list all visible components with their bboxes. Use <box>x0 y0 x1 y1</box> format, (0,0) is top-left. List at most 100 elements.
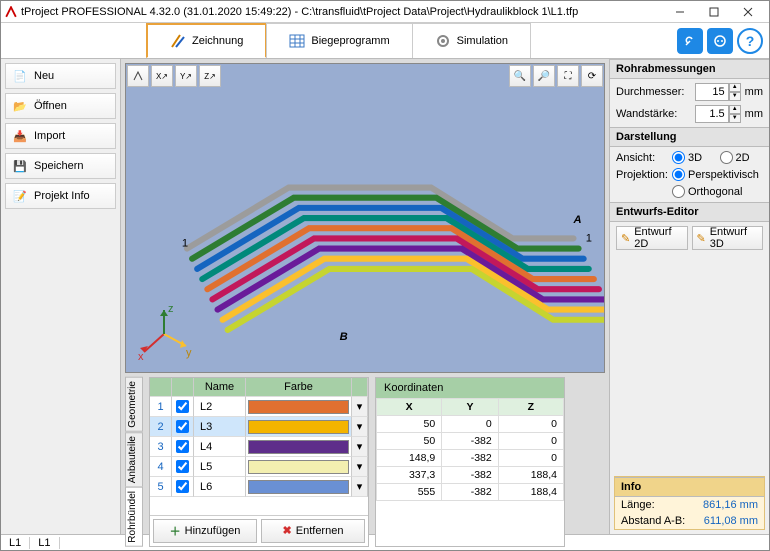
fit-button[interactable]: ⛶ <box>557 65 579 87</box>
durchmesser-label: Durchmesser: <box>616 86 691 98</box>
col-z: Z <box>498 399 563 416</box>
table-row[interactable]: 5 L6 ▾ <box>150 477 368 497</box>
row-checkbox[interactable] <box>176 480 189 493</box>
radio-ortho[interactable] <box>672 185 685 198</box>
spin-down[interactable]: ▼ <box>729 92 741 101</box>
dropdown-icon[interactable]: ▾ <box>352 437 368 457</box>
editor-header: Entwurfs-Editor <box>610 202 769 222</box>
bundle-grid: Name Farbe 1 L2 ▾2 L3 ▾3 L4 ▾4 L5 ▾5 L6 … <box>149 377 369 547</box>
view-x-button[interactable]: X↗ <box>151 65 173 87</box>
status-l1a: L1 <box>1 537 30 549</box>
spin-up[interactable]: ▲ <box>729 105 741 114</box>
durchmesser-input[interactable] <box>695 83 729 101</box>
sidebar: 📄Neu 📂Öffnen 📥 Import 💾Speichern 📝 Projekt… <box>1 59 121 534</box>
row-name: L5 <box>194 457 246 477</box>
table-row[interactable]: 2 L3 ▾ <box>150 417 368 437</box>
vtab-rohrbuendel[interactable]: Rohrbündel <box>125 487 143 547</box>
coord-row[interactable]: 50-3820 <box>377 433 564 450</box>
label: Hinzufügen <box>185 525 241 537</box>
ribbon: Zeichnung Biegeprogramm Simulation ? <box>1 23 769 59</box>
abstand-label: Abstand A-B: <box>621 515 704 527</box>
maximize-button[interactable] <box>697 2 731 22</box>
table-row[interactable]: 3 L4 ▾ <box>150 437 368 457</box>
spin-down[interactable]: ▼ <box>729 114 741 123</box>
vtab-geometrie[interactable]: Geometrie <box>125 377 143 432</box>
wandstaerke-input[interactable] <box>695 105 729 123</box>
tab-label: Biegeprogramm <box>311 35 389 47</box>
import-icon: 📥 <box>12 128 28 144</box>
table-row[interactable]: 1 L2 ▾ <box>150 397 368 417</box>
row-name: L4 <box>194 437 246 457</box>
row-name: L2 <box>194 397 246 417</box>
help-button[interactable]: ? <box>737 28 763 54</box>
row-checkbox[interactable] <box>176 440 189 453</box>
color-swatch[interactable] <box>248 440 349 454</box>
color-swatch[interactable] <box>248 480 349 494</box>
spin-up[interactable]: ▲ <box>729 83 741 92</box>
dropdown-icon[interactable]: ▾ <box>352 397 368 417</box>
remote-button[interactable] <box>707 28 733 54</box>
vtab-anbauteile[interactable]: Anbauteile <box>125 432 143 487</box>
import-button[interactable]: 📥 Import <box>5 123 116 149</box>
tab-zeichnung[interactable]: Zeichnung <box>146 23 267 58</box>
color-swatch[interactable] <box>248 420 349 434</box>
label: Import <box>34 130 65 142</box>
add-button[interactable]: ＋ Hinzufügen <box>153 519 257 543</box>
view-iso-button[interactable] <box>127 65 149 87</box>
color-swatch[interactable] <box>248 460 349 474</box>
coord-row[interactable]: 337,3-382188,4 <box>377 467 564 484</box>
tab-biegeprogramm[interactable]: Biegeprogramm <box>266 23 412 58</box>
row-name: L3 <box>194 417 246 437</box>
save-icon: 💾 <box>12 158 28 174</box>
drawing-icon <box>170 33 186 49</box>
view-z-button[interactable]: Z↗ <box>199 65 221 87</box>
radio-3d[interactable] <box>672 151 685 164</box>
viewport-3d[interactable]: A B 1 1 x y z <box>125 63 605 373</box>
dropdown-icon[interactable]: ▾ <box>352 457 368 477</box>
row-checkbox[interactable] <box>176 400 189 413</box>
project-info-button[interactable]: 📝 Projekt Info <box>5 183 116 209</box>
info-icon: 📝 <box>12 188 28 204</box>
open-button[interactable]: 📂Öffnen <box>5 93 116 119</box>
minimize-button[interactable] <box>663 2 697 22</box>
rotate-button[interactable]: ⟳ <box>581 65 603 87</box>
file-new-icon: 📄 <box>12 68 28 84</box>
svg-text:1: 1 <box>586 232 592 244</box>
label: Entfernen <box>296 525 344 537</box>
col-x: X <box>377 399 442 416</box>
entwurf-2d-button[interactable]: ✎Entwurf 2D <box>616 226 688 250</box>
table-row[interactable]: 4 L5 ▾ <box>150 457 368 477</box>
svg-text:1: 1 <box>182 238 188 250</box>
color-swatch[interactable] <box>248 400 349 414</box>
radio-persp[interactable] <box>672 168 685 181</box>
entwurf-3d-button[interactable]: ✎Entwurf 3D <box>692 226 764 250</box>
dropdown-icon[interactable]: ▾ <box>352 417 368 437</box>
radio-2d[interactable] <box>720 151 733 164</box>
row-number: 2 <box>150 417 172 437</box>
properties-panel: Rohrabmessungen Durchmesser: ▲▼ mm Wands… <box>609 59 769 534</box>
tools-button[interactable] <box>677 28 703 54</box>
label: Projekt Info <box>34 190 90 202</box>
plus-icon: ＋ <box>170 523 181 539</box>
view-y-button[interactable]: Y↗ <box>175 65 197 87</box>
coord-row[interactable]: 555-382188,4 <box>377 484 564 501</box>
coord-row[interactable]: 148,9-3820 <box>377 450 564 467</box>
tab-simulation[interactable]: Simulation <box>412 23 531 58</box>
pipe-drawing: A B 1 1 <box>126 64 604 372</box>
remove-button[interactable]: ✖Entfernen <box>261 519 365 543</box>
dropdown-icon[interactable]: ▾ <box>352 477 368 497</box>
save-button[interactable]: 💾Speichern <box>5 153 116 179</box>
zoom-out-button[interactable]: 🔎 <box>533 65 555 87</box>
abstand-value: 611,08 mm <box>704 515 758 527</box>
coord-row[interactable]: 5000 <box>377 416 564 433</box>
coord-panel: Koordinaten X Y Z 500050-3820148,9-38203… <box>375 377 565 547</box>
close-button[interactable] <box>731 2 765 22</box>
row-checkbox[interactable] <box>176 420 189 433</box>
new-button[interactable]: 📄Neu <box>5 63 116 89</box>
col-farbe: Farbe <box>246 378 352 397</box>
ansicht-label: Ansicht: <box>616 152 668 164</box>
row-checkbox[interactable] <box>176 460 189 473</box>
darst-header: Darstellung <box>610 127 769 147</box>
svg-text:B: B <box>340 331 348 343</box>
zoom-in-button[interactable]: 🔍 <box>509 65 531 87</box>
